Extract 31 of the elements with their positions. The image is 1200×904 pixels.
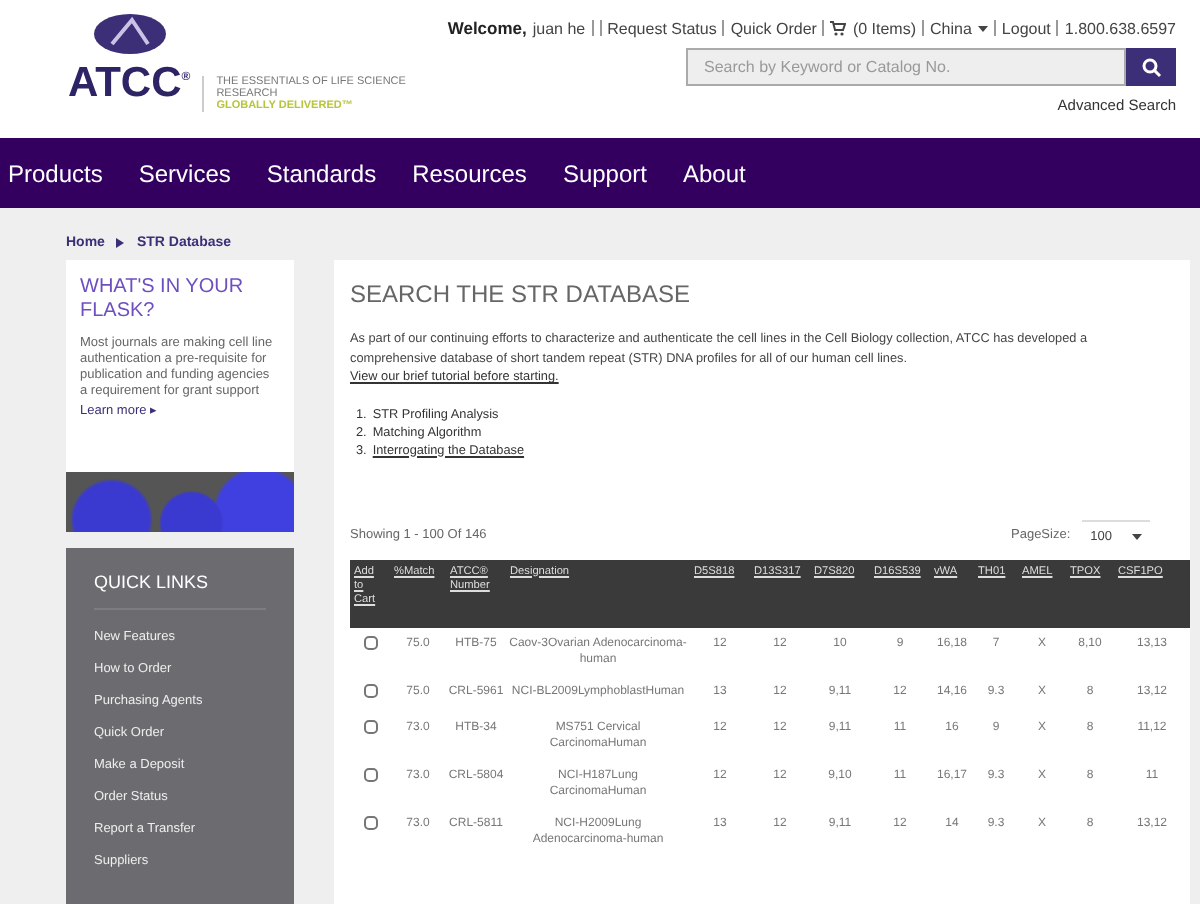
page-title: SEARCH THE STR DATABASE — [350, 280, 693, 308]
nav-item[interactable]: Products — [8, 159, 119, 187]
chevron-icon — [116, 237, 125, 247]
caret-icon — [977, 25, 988, 31]
promo-title: WHAT'S IN YOUR FLASK? — [78, 276, 246, 324]
row-checkbox[interactable] — [363, 683, 377, 697]
welcome-label: Welcome, — [447, 18, 527, 38]
search-icon — [1141, 57, 1161, 77]
nav-item[interactable]: Resources — [412, 159, 543, 187]
row-checkbox[interactable] — [363, 635, 377, 649]
nav-item[interactable]: Services — [138, 159, 247, 187]
nav-item[interactable]: Support — [562, 159, 663, 187]
row-checkbox[interactable] — [363, 719, 377, 733]
header-link[interactable]: (0 Items) — [852, 19, 917, 37]
nav-item[interactable]: About — [682, 159, 762, 187]
nav-item[interactable]: Standards — [266, 159, 393, 187]
header-link[interactable]: Quick Order — [730, 19, 817, 37]
header-link[interactable]: Logout — [1001, 19, 1051, 37]
row-checkbox[interactable] — [363, 767, 377, 781]
header-link[interactable]: China — [930, 19, 972, 37]
globe-logo-icon — [91, 12, 168, 56]
row-checkbox[interactable] — [363, 815, 377, 829]
caret-icon — [1132, 533, 1142, 539]
header-link[interactable]: 1.800.638.6597 — [1064, 19, 1176, 37]
user-link[interactable]: juan he — [532, 19, 586, 37]
cart-icon[interactable] — [830, 20, 847, 36]
header-link[interactable]: Request Status — [607, 19, 717, 37]
search-button[interactable] — [1126, 48, 1176, 86]
quick-links-title: QUICK LINKS — [94, 572, 266, 610]
logo-text[interactable]: ATCC$^{®}$ — [68, 56, 191, 106]
search-field[interactable]: Search by Keyword or Catalog No. — [686, 48, 1126, 86]
